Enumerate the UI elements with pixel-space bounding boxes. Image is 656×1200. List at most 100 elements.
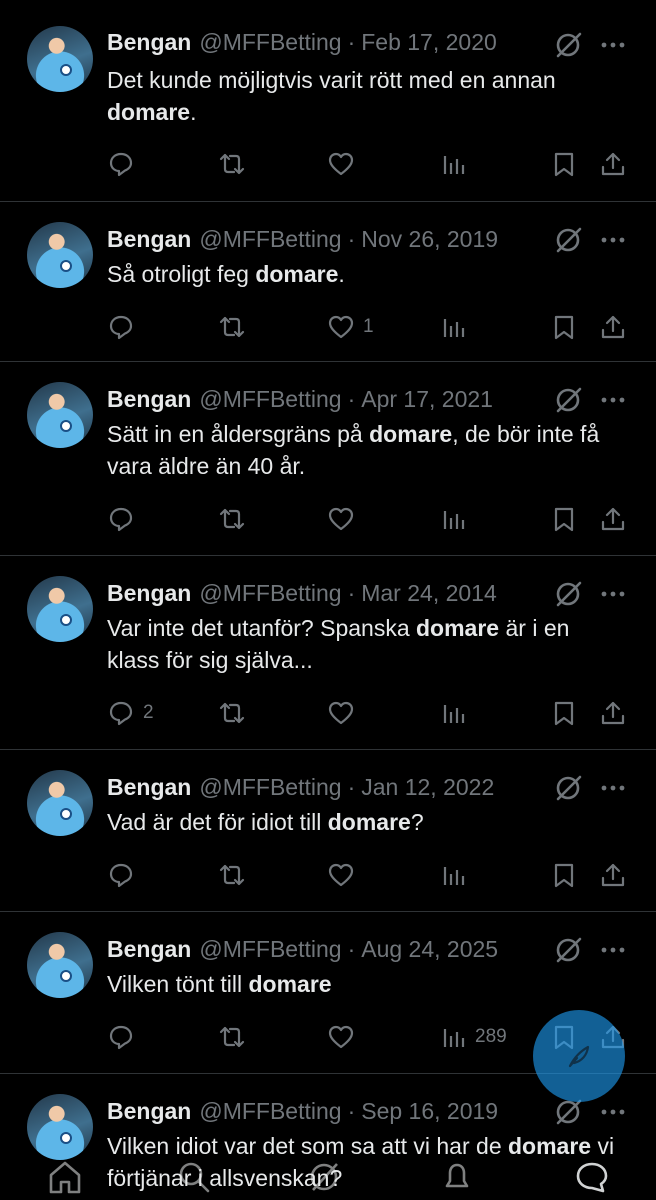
messages-icon[interactable] — [573, 1158, 611, 1196]
like-button[interactable] — [327, 504, 363, 534]
author-handle[interactable]: @MFFBetting — [199, 226, 341, 253]
tweet-text-part: ? — [410, 809, 424, 835]
tweet[interactable]: Bengan @MFFBetting · Feb 17, 2020 Det ku… — [0, 0, 656, 202]
tweet-text: Vad är det för idiot till domare? — [107, 806, 627, 838]
author-name[interactable]: Bengan — [107, 936, 191, 963]
author-handle[interactable]: @MFFBetting — [199, 1098, 341, 1125]
compose-button[interactable] — [533, 1010, 625, 1102]
communities-icon[interactable] — [305, 1158, 343, 1196]
separator: · — [347, 385, 356, 412]
repost-icon — [219, 316, 245, 338]
share-button[interactable] — [599, 149, 627, 179]
tweet[interactable]: Bengan @MFFBetting · Apr 17, 2021 Sätt i… — [0, 362, 656, 556]
more-icon[interactable] — [598, 30, 628, 60]
share-button[interactable] — [599, 312, 627, 342]
tweet[interactable]: Bengan @MFFBetting · Nov 26, 2019 Så otr… — [0, 202, 656, 362]
tweet-date[interactable]: Aug 24, 2025 — [361, 936, 498, 963]
bookmark-button[interactable] — [550, 698, 578, 728]
tweet-date[interactable]: Jan 12, 2022 — [361, 774, 494, 801]
repost-button[interactable] — [218, 1022, 246, 1052]
more-icon[interactable] — [598, 773, 628, 803]
bookmark-icon — [554, 701, 574, 726]
tweet-date[interactable]: Mar 24, 2014 — [361, 580, 497, 607]
like-button[interactable] — [327, 1022, 363, 1052]
author-handle[interactable]: @MFFBetting — [199, 936, 341, 963]
tweet[interactable]: Bengan @MFFBetting · Jan 12, 2022 Vad är… — [0, 750, 656, 912]
tweet-date[interactable]: Apr 17, 2021 — [361, 386, 493, 413]
grok-icon[interactable] — [553, 225, 583, 255]
bookmark-button[interactable] — [550, 504, 578, 534]
tweet[interactable]: Bengan @MFFBetting · Mar 24, 2014 Var in… — [0, 556, 656, 750]
views-button[interactable] — [439, 504, 475, 534]
reply-button[interactable] — [107, 860, 143, 890]
grok-icon[interactable] — [553, 935, 583, 965]
more-icon[interactable] — [598, 1097, 628, 1127]
author-handle[interactable]: @MFFBetting — [199, 386, 341, 413]
tweet-date[interactable]: Nov 26, 2019 — [361, 226, 498, 253]
reply-button[interactable] — [107, 149, 143, 179]
reply-button[interactable]: 2 — [107, 698, 154, 728]
repost-button[interactable] — [218, 698, 246, 728]
avatar[interactable] — [27, 576, 93, 642]
author-name[interactable]: Bengan — [107, 580, 191, 607]
search-icon[interactable] — [175, 1158, 213, 1196]
like-button[interactable]: 1 — [327, 312, 374, 342]
repost-icon — [219, 508, 245, 530]
author-name[interactable]: Bengan — [107, 386, 191, 413]
like-button[interactable] — [327, 860, 363, 890]
bookmark-button[interactable] — [550, 149, 578, 179]
bookmark-icon — [554, 863, 574, 888]
share-button[interactable] — [599, 860, 627, 890]
avatar[interactable] — [27, 222, 93, 288]
reply-button[interactable] — [107, 1022, 143, 1052]
views-button[interactable] — [439, 860, 475, 890]
bookmark-button[interactable] — [550, 860, 578, 890]
author-name[interactable]: Bengan — [107, 226, 191, 253]
share-button[interactable] — [599, 698, 627, 728]
tweet-text-part: Vad är det för idiot till — [107, 809, 328, 835]
author-name[interactable]: Bengan — [107, 29, 191, 56]
more-icon[interactable] — [598, 385, 628, 415]
author-handle[interactable]: @MFFBetting — [199, 29, 341, 56]
highlighted-term: domare — [107, 99, 191, 125]
repost-button[interactable] — [218, 860, 246, 890]
more-icon[interactable] — [598, 579, 628, 609]
action-bar — [0, 504, 656, 534]
notifications-icon[interactable] — [438, 1158, 476, 1196]
author-handle[interactable]: @MFFBetting — [199, 580, 341, 607]
share-button[interactable] — [599, 504, 627, 534]
reply-icon — [109, 863, 133, 888]
author-handle[interactable]: @MFFBetting — [199, 774, 341, 801]
home-icon[interactable] — [46, 1158, 84, 1196]
tweet-text: Var inte det utanför? Spanska domare är … — [107, 612, 627, 676]
tweet-date[interactable]: Feb 17, 2020 — [361, 29, 497, 56]
repost-button[interactable] — [218, 504, 246, 534]
more-icon[interactable] — [598, 225, 628, 255]
repost-button[interactable] — [218, 149, 246, 179]
author-name[interactable]: Bengan — [107, 1098, 191, 1125]
action-bar: 1 — [0, 312, 656, 342]
like-button[interactable] — [327, 698, 363, 728]
reply-button[interactable] — [107, 312, 143, 342]
views-button[interactable] — [439, 698, 475, 728]
views-button[interactable]: 289 — [439, 1022, 507, 1052]
repost-button[interactable] — [218, 312, 246, 342]
grok-icon[interactable] — [553, 385, 583, 415]
avatar[interactable] — [27, 770, 93, 836]
avatar[interactable] — [27, 932, 93, 998]
more-icon[interactable] — [598, 935, 628, 965]
avatar[interactable] — [27, 26, 93, 92]
author-name[interactable]: Bengan — [107, 774, 191, 801]
views-button[interactable] — [439, 149, 475, 179]
like-count: 1 — [363, 316, 374, 337]
grok-icon[interactable] — [553, 773, 583, 803]
grok-icon[interactable] — [553, 30, 583, 60]
views-button[interactable] — [439, 312, 475, 342]
reply-button[interactable] — [107, 504, 143, 534]
avatar[interactable] — [27, 382, 93, 448]
views-icon — [443, 1029, 465, 1047]
grok-icon[interactable] — [553, 579, 583, 609]
tweet-date[interactable]: Sep 16, 2019 — [361, 1098, 498, 1125]
like-button[interactable] — [327, 149, 363, 179]
bookmark-button[interactable] — [550, 312, 578, 342]
